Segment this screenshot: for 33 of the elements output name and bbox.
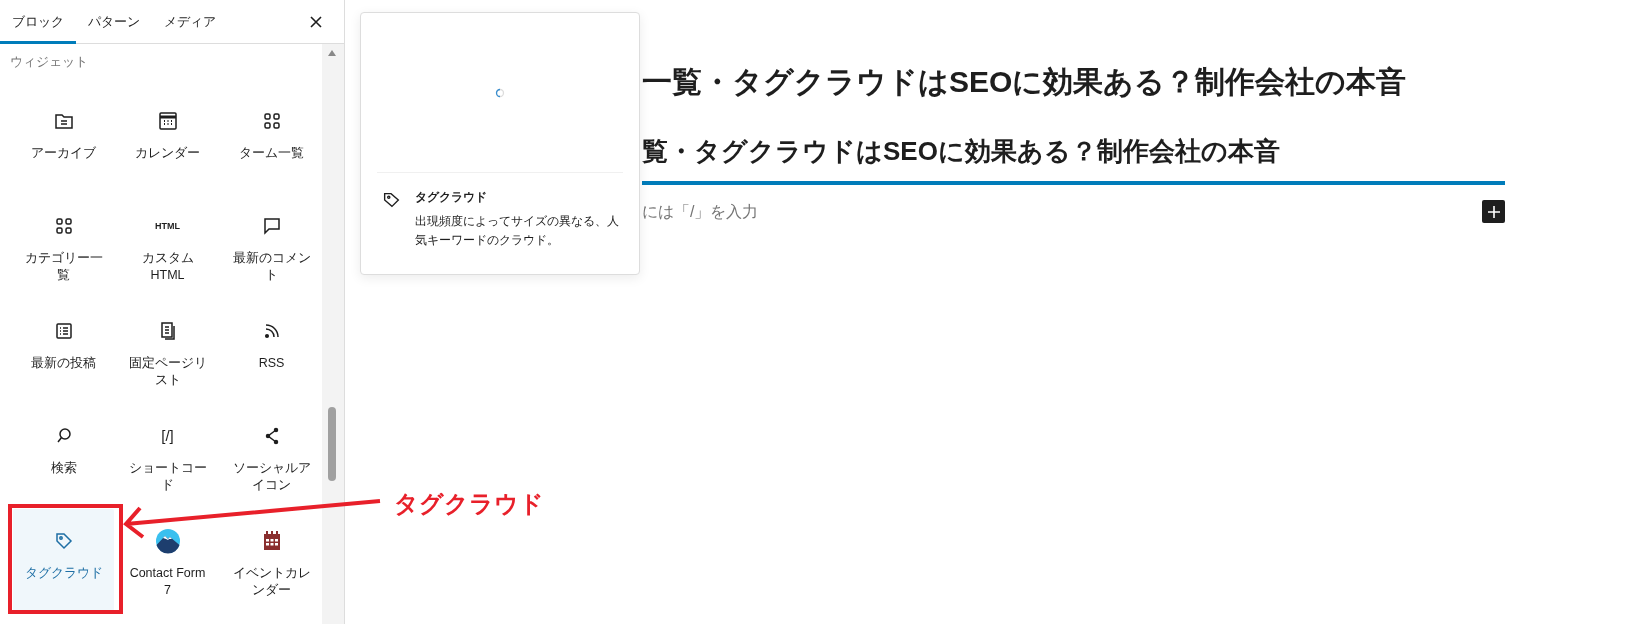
block-item[interactable]: ソーシャルアイコン xyxy=(221,404,322,506)
tab[interactable]: メディア xyxy=(152,0,228,44)
block-placeholder[interactable]: には「/」を入力 xyxy=(642,199,759,224)
preview-title: タグクラウド xyxy=(414,190,488,205)
block-item[interactable]: Contact Form 7 xyxy=(117,509,218,611)
block-item[interactable]: カテゴリー一覧 xyxy=(13,194,114,296)
block-item[interactable]: 固定ページリスト xyxy=(117,299,218,401)
block-item[interactable]: [/] ショートコード xyxy=(117,404,218,506)
block-item[interactable]: ターム一覧 xyxy=(221,89,322,191)
block-item[interactable]: アーカイブ xyxy=(13,89,114,191)
block-item[interactable]: RSS xyxy=(221,299,322,401)
add-block-button[interactable] xyxy=(1482,200,1505,224)
tab[interactable]: パターン xyxy=(76,0,152,44)
block-item[interactable]: イベントカレンダー xyxy=(221,509,322,611)
scroll-up-icon[interactable] xyxy=(327,49,337,57)
spinner-icon xyxy=(495,87,505,98)
block-icon: HTML xyxy=(155,219,180,233)
scrollbar-thumb[interactable] xyxy=(328,407,336,481)
annotation-label: タグクラウド xyxy=(394,489,544,519)
mountain-logo-icon xyxy=(154,528,181,554)
block-item[interactable]: タグクラウド xyxy=(13,509,114,611)
block-item[interactable]: HTML カスタム HTML xyxy=(117,194,218,296)
block-icon: [/] xyxy=(161,425,174,447)
block-item[interactable]: 検索 xyxy=(13,404,114,506)
section-title: ウィジェット xyxy=(9,54,89,71)
block-item[interactable]: 最新の投稿 xyxy=(13,299,114,401)
post-title: 一覧・タグクラウドはSEOに効果ある？制作会社の本音 xyxy=(642,64,1408,100)
block-item[interactable]: カレンダー xyxy=(117,89,218,191)
heading-block: 覧・タグクラウドはSEOに効果ある？制作会社の本音 xyxy=(642,135,1505,185)
tab[interactable]: ブロック xyxy=(0,0,76,44)
plus-icon xyxy=(1487,205,1500,218)
preview-description: 出現頻度によってサイズの異なる、人気キーワードのクラウド。 xyxy=(414,213,619,250)
block-item[interactable]: 最新のコメント xyxy=(221,194,322,296)
